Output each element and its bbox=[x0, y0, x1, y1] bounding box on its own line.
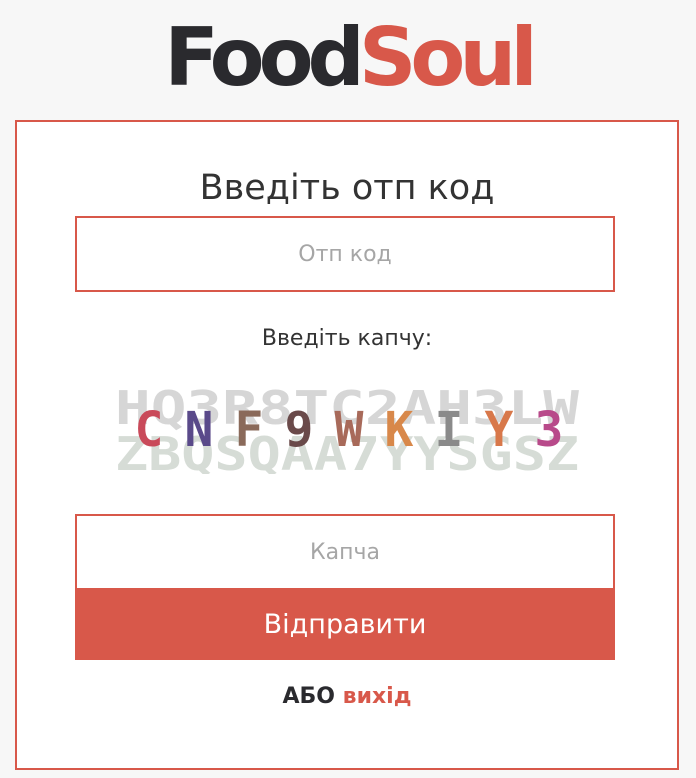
submit-button[interactable]: Відправити bbox=[75, 588, 615, 660]
captcha-char: C bbox=[135, 402, 164, 458]
form-title: Введіть отп код bbox=[199, 168, 495, 208]
captcha-char: F bbox=[235, 402, 264, 458]
captcha-char: W bbox=[335, 402, 364, 458]
logo-part-food: Food bbox=[164, 11, 365, 104]
captcha-input[interactable] bbox=[75, 514, 615, 588]
captcha-code: CNF9WKIY3 bbox=[135, 402, 564, 458]
captcha-char: Y bbox=[485, 402, 514, 458]
captcha-char: I bbox=[435, 402, 464, 458]
captcha-char: K bbox=[385, 402, 414, 458]
or-label: АБО bbox=[282, 684, 335, 709]
otp-form-card: Введіть отп код Введіть капчу: HQ3R8TC2A… bbox=[15, 120, 679, 770]
captcha-char: 9 bbox=[285, 402, 314, 458]
captcha-char: N bbox=[185, 402, 214, 458]
logo-part-soul: Soul bbox=[358, 11, 538, 104]
exit-link[interactable]: вихід bbox=[343, 684, 412, 709]
foodsoul-logo: FoodSoul bbox=[0, 12, 696, 104]
otp-input[interactable] bbox=[75, 216, 615, 292]
captcha-image: HQ3R8TC2AH3LW ZBQSQAA7YYSGSZ CNF9WKIY3 bbox=[115, 381, 579, 474]
or-exit-line: АБО вихід bbox=[17, 684, 677, 709]
captcha-label: Введіть капчу: bbox=[261, 326, 433, 351]
captcha-char: 3 bbox=[535, 402, 564, 458]
